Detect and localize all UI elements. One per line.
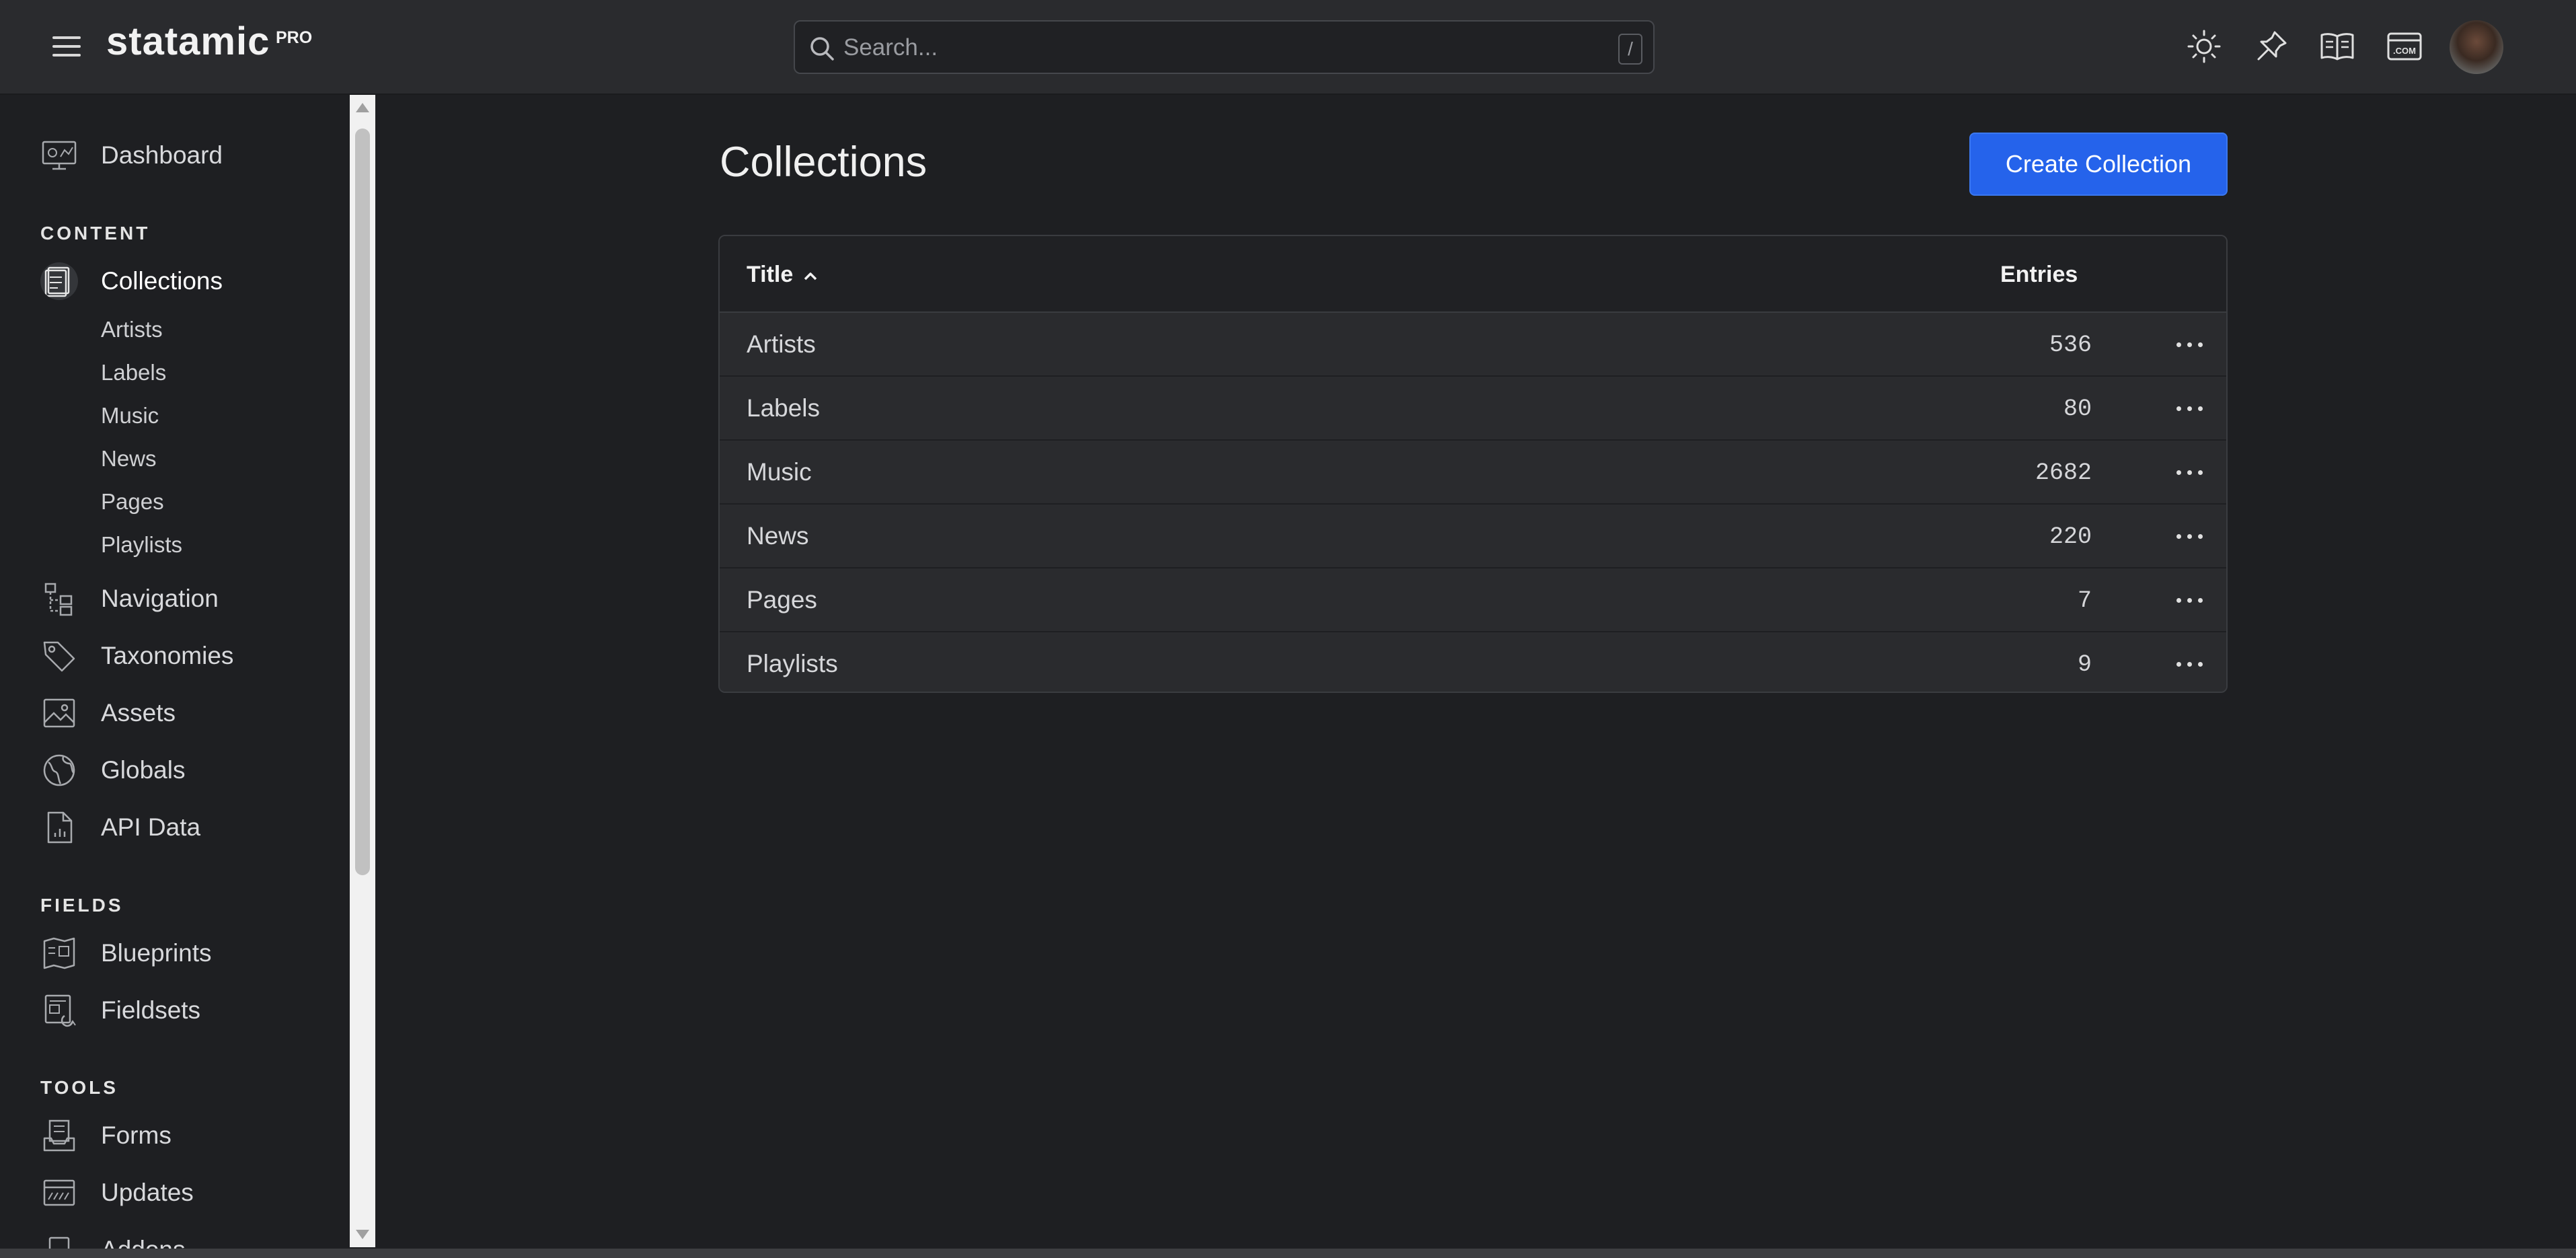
row-title-link[interactable]: Labels xyxy=(747,394,820,422)
sidebar-subitem-labels[interactable]: Labels xyxy=(101,360,166,385)
table-header: Title Entries xyxy=(720,236,2226,313)
sidebar-item-dashboard[interactable]: Dashboard xyxy=(40,134,323,177)
scroll-up-arrow-icon[interactable] xyxy=(356,103,369,112)
sidebar-label: API Data xyxy=(101,813,201,841)
sidebar: Dashboard CONTENT Collections Artists La… xyxy=(0,95,350,1258)
sidebar-label: Navigation xyxy=(101,585,219,612)
collections-icon xyxy=(40,262,78,300)
row-entries-count: 2682 xyxy=(2035,459,2092,486)
pin-icon[interactable] xyxy=(2252,27,2291,66)
row-title-link[interactable]: News xyxy=(747,522,809,550)
updates-icon xyxy=(43,1179,75,1206)
create-collection-button[interactable]: Create Collection xyxy=(1969,133,2228,196)
row-actions-icon[interactable] xyxy=(2167,653,2214,677)
scroll-thumb[interactable] xyxy=(355,128,370,875)
row-entries-count: 220 xyxy=(2049,523,2092,550)
sidebar-subitem-playlists[interactable]: Playlists xyxy=(101,532,182,558)
sidebar-item-fieldsets[interactable]: Fieldsets xyxy=(40,989,323,1032)
scroll-down-arrow-icon[interactable] xyxy=(356,1230,369,1239)
row-title-link[interactable]: Music xyxy=(747,458,812,486)
user-avatar[interactable] xyxy=(2450,20,2503,74)
row-actions-icon[interactable] xyxy=(2167,333,2214,357)
menu-icon[interactable] xyxy=(52,36,81,58)
dashboard-icon xyxy=(42,141,77,170)
sidebar-subitem-music[interactable]: Music xyxy=(101,403,159,429)
sidebar-label: Globals xyxy=(101,756,186,784)
row-title-link[interactable]: Artists xyxy=(747,330,816,359)
search-input[interactable] xyxy=(842,28,1585,67)
sidebar-label: Assets xyxy=(101,699,176,727)
blueprint-icon xyxy=(43,937,75,969)
tag-icon xyxy=(43,641,75,672)
sidebar-label: Forms xyxy=(101,1121,172,1149)
top-bar: statamic PRO / .COM xyxy=(0,0,2576,95)
svg-text:.COM: .COM xyxy=(2393,46,2416,56)
row-title-link[interactable]: Playlists xyxy=(747,650,838,678)
table-row: Music 2682 xyxy=(720,441,2226,505)
page-title: Collections xyxy=(720,139,927,186)
sidebar-label: Dashboard xyxy=(101,141,223,169)
table-row: Artists 536 xyxy=(720,313,2226,377)
window-bottom-edge xyxy=(0,1249,2576,1258)
column-header-entries: Entries xyxy=(2000,262,2078,287)
row-actions-icon[interactable] xyxy=(2167,525,2214,549)
sidebar-scrollbar[interactable] xyxy=(350,95,375,1247)
table-row: Playlists 9 xyxy=(720,632,2226,692)
sidebar-item-updates[interactable]: Updates xyxy=(40,1171,323,1214)
table-row: Pages 7 xyxy=(720,568,2226,632)
table-row: Labels 80 xyxy=(720,377,2226,441)
sort-ascending-icon xyxy=(804,272,817,281)
sidebar-label: Taxonomies xyxy=(101,642,234,669)
row-entries-count: 7 xyxy=(2077,587,2092,614)
sidebar-item-assets[interactable]: Assets xyxy=(40,692,323,735)
sun-icon[interactable] xyxy=(2185,27,2224,66)
section-title-content: CONTENT xyxy=(40,223,151,244)
row-entries-count: 536 xyxy=(2049,332,2092,359)
sidebar-label: Updates xyxy=(101,1179,194,1206)
image-icon xyxy=(43,698,75,728)
sidebar-subitem-pages[interactable]: Pages xyxy=(101,489,164,515)
sidebar-item-forms[interactable]: Forms xyxy=(40,1114,323,1157)
sidebar-item-collections[interactable]: Collections xyxy=(40,260,323,303)
globe-icon xyxy=(43,754,75,786)
sidebar-item-globals[interactable]: Globals xyxy=(40,749,323,792)
section-title-fields: FIELDS xyxy=(40,895,124,916)
collections-table: Title Entries Artists 536 Labels 80 Musi… xyxy=(718,235,2228,693)
document-chart-icon xyxy=(47,811,73,844)
pro-badge: PRO xyxy=(276,28,313,47)
sidebar-label: Collections xyxy=(101,267,223,295)
row-actions-icon[interactable] xyxy=(2167,589,2214,613)
search-icon xyxy=(810,37,834,61)
sidebar-subitem-artists[interactable]: Artists xyxy=(101,317,163,342)
brand-logo[interactable]: statamic xyxy=(106,19,270,64)
column-title-label: Title xyxy=(747,262,794,287)
table-row: News 220 xyxy=(720,505,2226,568)
sidebar-subitem-news[interactable]: News xyxy=(101,446,157,472)
sidebar-item-taxonomies[interactable]: Taxonomies xyxy=(40,634,323,677)
search-box[interactable]: / xyxy=(794,20,1655,74)
search-shortcut-key: / xyxy=(1618,34,1642,65)
sidebar-label: Fieldsets xyxy=(101,996,201,1024)
section-title-tools: TOOLS xyxy=(40,1077,118,1098)
row-entries-count: 9 xyxy=(2077,651,2092,678)
column-header-title[interactable]: Title xyxy=(747,262,819,288)
fieldset-icon xyxy=(44,994,76,1027)
dotcom-icon[interactable]: .COM xyxy=(2385,27,2424,66)
row-title-link[interactable]: Pages xyxy=(747,586,817,614)
form-icon xyxy=(43,1119,75,1152)
sidebar-item-navigation[interactable]: Navigation xyxy=(40,577,323,620)
book-icon[interactable] xyxy=(2318,27,2357,66)
sidebar-item-api-data[interactable]: API Data xyxy=(40,806,323,849)
row-actions-icon[interactable] xyxy=(2167,397,2214,421)
row-actions-icon[interactable] xyxy=(2167,461,2214,485)
row-entries-count: 80 xyxy=(2063,396,2092,422)
sidebar-label: Blueprints xyxy=(101,939,212,967)
sidebar-item-blueprints[interactable]: Blueprints xyxy=(40,932,323,975)
navigation-icon xyxy=(44,583,73,616)
